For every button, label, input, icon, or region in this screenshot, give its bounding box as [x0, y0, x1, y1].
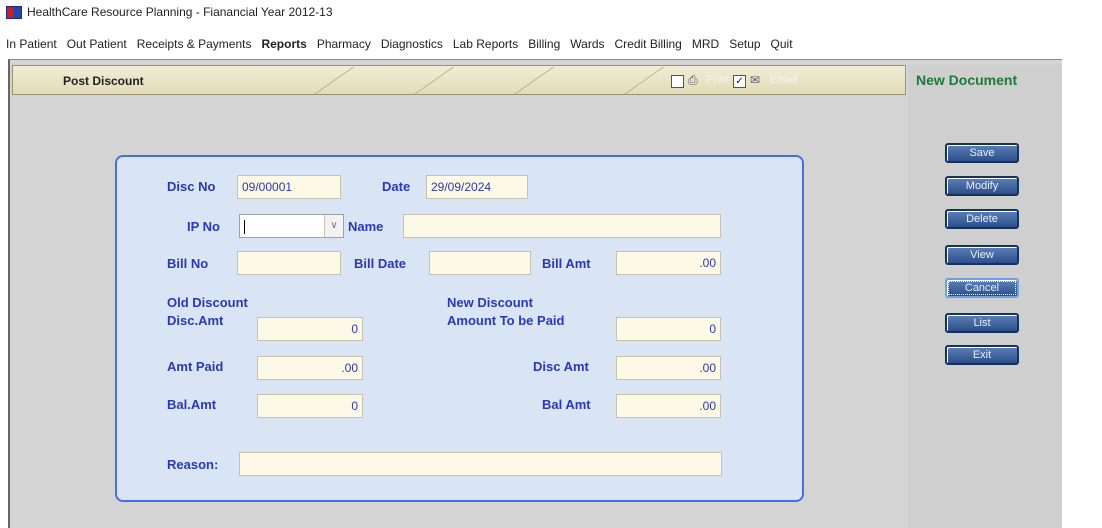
toolbar-divider	[313, 67, 354, 95]
save-button[interactable]: Save	[945, 143, 1019, 163]
toolbar-divider	[513, 67, 554, 95]
email-icon: ✉	[750, 73, 761, 87]
form-toolbar: Post Discount ⎙ Print ✓ ✉ Email	[12, 65, 906, 95]
date-label: Date	[382, 179, 411, 194]
date-field[interactable]: 29/09/2024	[426, 175, 528, 199]
new-bal-amt-field[interactable]: .00	[616, 394, 721, 418]
ip-no-combobox[interactable]: ∨	[239, 214, 344, 238]
menu-receipts-payments[interactable]: Receipts & Payments	[137, 37, 252, 51]
print-checkbox[interactable]	[671, 75, 684, 88]
list-button[interactable]: List	[945, 313, 1019, 333]
name-field[interactable]	[403, 214, 721, 238]
ip-no-label: IP No	[187, 219, 220, 234]
window-titlebar: HealthCare Resource Planning - Fianancia…	[0, 0, 1102, 24]
action-panel: New Document Save Modify Delete View Can…	[908, 65, 1062, 528]
exit-button[interactable]: Exit	[945, 345, 1019, 365]
disc-no-label: Disc No	[167, 179, 216, 194]
text-cursor	[244, 219, 245, 234]
cancel-button[interactable]: Cancel	[945, 278, 1019, 298]
printer-icon: ⎙	[688, 73, 698, 87]
menu-lab-reports[interactable]: Lab Reports	[453, 37, 518, 51]
toolbar-divider	[623, 67, 664, 95]
name-label: Name	[348, 219, 384, 234]
bill-no-label: Bill No	[167, 256, 209, 271]
old-discount-heading: Old Discount	[167, 295, 248, 310]
document-status: New Document	[916, 72, 1018, 88]
old-disc-amt-field[interactable]: 0	[257, 317, 363, 341]
menu-billing[interactable]: Billing	[528, 37, 560, 51]
app-logo-icon	[6, 5, 22, 19]
bill-no-field[interactable]	[237, 251, 341, 275]
form-title: Post Discount	[63, 74, 144, 88]
reason-field[interactable]	[239, 452, 722, 476]
new-bal-amt-label: Bal Amt	[542, 397, 591, 412]
menu-mrd[interactable]: MRD	[692, 37, 719, 51]
bill-date-field[interactable]	[429, 251, 531, 275]
reason-label: Reason:	[167, 457, 219, 472]
amount-to-be-paid-field[interactable]: 0	[616, 317, 721, 341]
menu-out-patient[interactable]: Out Patient	[67, 37, 127, 51]
menu-reports[interactable]: Reports	[261, 37, 306, 51]
menu-pharmacy[interactable]: Pharmacy	[317, 37, 371, 51]
new-disc-amt-field[interactable]: .00	[616, 356, 721, 380]
window-title: HealthCare Resource Planning - Fianancia…	[27, 5, 333, 19]
amount-to-be-paid-label: Amount To be Paid	[447, 313, 565, 328]
menu-setup[interactable]: Setup	[729, 37, 760, 51]
post-discount-panel: Disc No 09/00001 Date 29/09/2024 IP No ∨…	[115, 155, 804, 502]
toolbar-divider	[413, 67, 454, 95]
amt-paid-label: Amt Paid	[167, 359, 224, 374]
bill-date-label: Bill Date	[354, 256, 407, 271]
menu-credit-billing[interactable]: Credit Billing	[615, 37, 682, 51]
bill-amt-field[interactable]: .00	[616, 251, 721, 275]
bill-amt-label: Bill Amt	[542, 256, 591, 271]
menu-diagnostics[interactable]: Diagnostics	[381, 37, 443, 51]
amt-paid-field[interactable]: .00	[257, 356, 363, 380]
delete-button[interactable]: Delete	[945, 209, 1019, 229]
email-checkbox[interactable]: ✓	[733, 75, 746, 88]
menu-bar: In Patient Out Patient Receipts & Paymen…	[0, 35, 1102, 53]
view-button[interactable]: View	[945, 245, 1019, 265]
old-bal-amt-field[interactable]: 0	[257, 394, 363, 418]
print-label: Print	[706, 74, 729, 86]
modify-button[interactable]: Modify	[945, 176, 1019, 196]
menu-quit[interactable]: Quit	[771, 37, 793, 51]
email-label: Email	[770, 74, 798, 86]
chevron-down-icon[interactable]: ∨	[324, 215, 343, 237]
old-disc-amt-label: Disc.Amt	[167, 313, 224, 328]
new-disc-amt-label: Disc Amt	[533, 359, 589, 374]
new-discount-heading: New Discount	[447, 295, 533, 310]
main-frame: Post Discount ⎙ Print ✓ ✉ Email Disc No …	[8, 59, 1062, 528]
old-bal-amt-label: Bal.Amt	[167, 397, 217, 412]
menu-wards[interactable]: Wards	[570, 37, 604, 51]
menu-in-patient[interactable]: In Patient	[6, 37, 57, 51]
disc-no-field[interactable]: 09/00001	[237, 175, 341, 199]
